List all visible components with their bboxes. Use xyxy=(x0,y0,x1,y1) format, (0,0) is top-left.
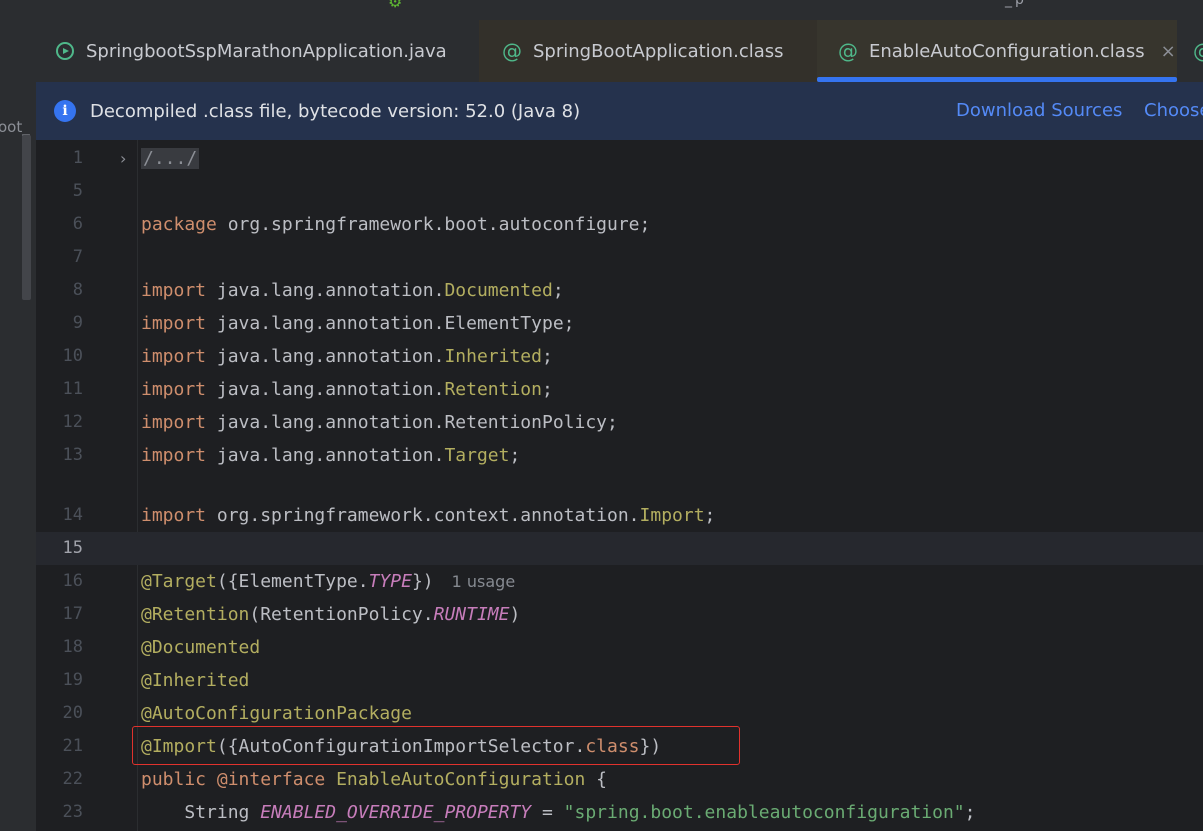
current-line: 15 xyxy=(36,532,1203,565)
code-line: 22 public @interface EnableAutoConfigura… xyxy=(36,763,1203,796)
line-number: 11 xyxy=(62,379,83,399)
code-text: import java.lang.annotation.Target; xyxy=(141,445,521,466)
line-number: 8 xyxy=(72,280,83,300)
code-line: 7 xyxy=(36,241,1203,274)
line-number: 22 xyxy=(62,769,83,789)
editor-tab-bar: SpringbootSspMarathonApplication.java @ … xyxy=(36,20,1203,82)
tab-spring-boot-application[interactable]: @ SpringBootApplication.class xyxy=(479,20,817,82)
line-number: 13 xyxy=(62,445,83,465)
line-number: 14 xyxy=(62,505,83,525)
code-text: import java.lang.annotation.Inherited; xyxy=(141,346,553,367)
choose-sources-link[interactable]: Choose xyxy=(1144,100,1203,121)
info-icon: i xyxy=(54,100,76,122)
code-line: 1 › /.../ xyxy=(36,142,1203,175)
line-number: 5 xyxy=(72,181,83,201)
code-line: 14 import org.springframework.context.an… xyxy=(36,499,1203,532)
collapsed-header[interactable]: /.../ xyxy=(141,148,200,169)
usage-hint[interactable]: 1 usage xyxy=(452,572,516,591)
code-text: public @interface EnableAutoConfiguratio… xyxy=(141,769,608,790)
chevron-right-icon[interactable]: › xyxy=(120,142,126,175)
code-text: @Target({ElementType.TYPE}) 1 usage xyxy=(141,571,516,592)
code-line: 12 import java.lang.annotation.Retention… xyxy=(36,406,1203,439)
decompiled-notice-banner: i Decompiled .class file, bytecode versi… xyxy=(36,82,1203,141)
code-line: 9 import java.lang.annotation.ElementTyp… xyxy=(36,307,1203,340)
code-line: 17 @Retention(RetentionPolicy.RUNTIME) xyxy=(36,598,1203,631)
code-text: import java.lang.annotation.ElementType; xyxy=(141,313,575,334)
code-text: @Documented xyxy=(141,637,261,658)
title-fragment: _p xyxy=(1005,0,1027,8)
code-editor[interactable]: 1 › /.../ 5 6 package org.springframewor… xyxy=(36,140,1203,831)
spring-run-icon xyxy=(54,40,76,62)
tab-label: SpringBootApplication.class xyxy=(533,40,784,62)
code-line: 6 package org.springframework.boot.autoc… xyxy=(36,208,1203,241)
line-number: 19 xyxy=(62,670,83,690)
line-number: 6 xyxy=(72,214,83,234)
code-line: 10 import java.lang.annotation.Inherited… xyxy=(36,340,1203,373)
line-number: 12 xyxy=(62,412,83,432)
code-text: import java.lang.annotation.Retention; xyxy=(141,379,553,400)
code-text: @Inherited xyxy=(141,670,250,691)
banner-message: Decompiled .class file, bytecode version… xyxy=(90,100,581,122)
annotation-icon: @ xyxy=(838,39,858,63)
line-number: 9 xyxy=(72,313,83,333)
line-number: 7 xyxy=(72,247,83,267)
download-sources-link[interactable]: Download Sources xyxy=(956,100,1122,121)
line-number: 15 xyxy=(62,538,83,558)
line-number: 23 xyxy=(62,802,83,822)
code-text: import org.springframework.context.annot… xyxy=(141,505,716,526)
tab-overflow[interactable]: @ xyxy=(1192,20,1203,82)
tab-springboot-ssp-marathon-application[interactable]: SpringbootSspMarathonApplication.java xyxy=(54,20,447,82)
annotation-icon: @ xyxy=(1192,39,1203,63)
tab-label: SpringbootSspMarathonApplication.java xyxy=(86,40,447,62)
line-number: 18 xyxy=(62,637,83,657)
code-line: 19 @Inherited xyxy=(36,664,1203,697)
code-text: @Retention(RetentionPolicy.RUNTIME) xyxy=(141,604,521,625)
tab-label: EnableAutoConfiguration.class xyxy=(869,40,1145,62)
code-line: 11 import java.lang.annotation.Retention… xyxy=(36,373,1203,406)
project-panel-fragment[interactable]: oot_ xyxy=(0,118,30,136)
code-text: import java.lang.annotation.RetentionPol… xyxy=(141,412,618,433)
tab-enable-auto-configuration[interactable]: @ EnableAutoConfiguration.class × xyxy=(817,20,1177,82)
project-panel: oot_ xyxy=(0,20,37,831)
annotation-icon: @ xyxy=(502,39,522,63)
code-line: 23 String ENABLED_OVERRIDE_PROPERTY = "s… xyxy=(36,796,1203,829)
line-number: 20 xyxy=(62,703,83,723)
code-line: 8 import java.lang.annotation.Documented… xyxy=(36,274,1203,307)
code-line: 13 import java.lang.annotation.Target; xyxy=(36,439,1203,472)
code-text: package org.springframework.boot.autocon… xyxy=(141,214,651,235)
code-line: 18 @Documented xyxy=(36,631,1203,664)
code-text: String ENABLED_OVERRIDE_PROPERTY = "spri… xyxy=(184,802,976,823)
line-number: 1 xyxy=(72,148,83,168)
line-number: 10 xyxy=(62,346,83,366)
code-text: import java.lang.annotation.Documented; xyxy=(141,280,564,301)
line-number: 21 xyxy=(62,736,83,756)
run-config-icon[interactable]: ⚙ xyxy=(388,0,402,11)
close-icon[interactable]: × xyxy=(1161,41,1176,62)
project-scrollbar[interactable] xyxy=(22,135,31,300)
code-line: 16 @Target({ElementType.TYPE}) 1 usage xyxy=(36,565,1203,598)
title-bar: ⚙ _p xyxy=(0,0,1203,20)
line-number: 16 xyxy=(62,571,83,591)
highlight-annotation-box xyxy=(132,726,740,765)
line-number: 17 xyxy=(62,604,83,624)
code-line: 5 xyxy=(36,175,1203,208)
